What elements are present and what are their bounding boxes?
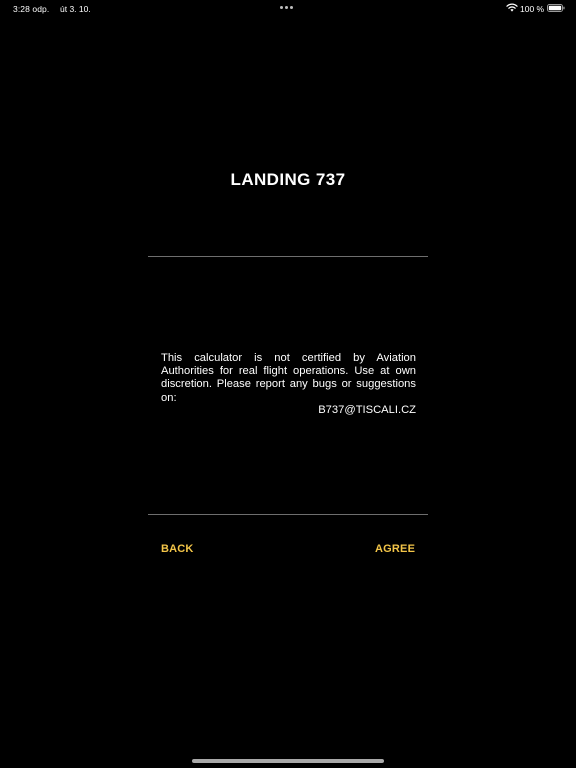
status-time: 3:28 odp. xyxy=(13,4,50,14)
top-divider xyxy=(148,256,428,257)
battery-full-icon xyxy=(547,4,565,12)
back-button[interactable]: BACK xyxy=(161,543,194,555)
bottom-divider xyxy=(148,514,428,515)
home-indicator[interactable] xyxy=(192,759,384,763)
status-date: út 3. 10. xyxy=(60,4,91,14)
page-title: LANDING 737 xyxy=(230,170,346,189)
disclaimer-text: This calculator is not certified by Avia… xyxy=(161,352,416,404)
battery-percent: 100 % xyxy=(520,4,545,14)
agree-button[interactable]: AGREE xyxy=(375,543,415,555)
contact-email: B737@TISCALI.CZ xyxy=(318,404,416,416)
status-bar: 3:28 odp. út 3. 10. 100 % xyxy=(0,0,576,16)
wifi-icon xyxy=(506,3,518,12)
multitasking-dots-icon[interactable] xyxy=(280,6,293,9)
